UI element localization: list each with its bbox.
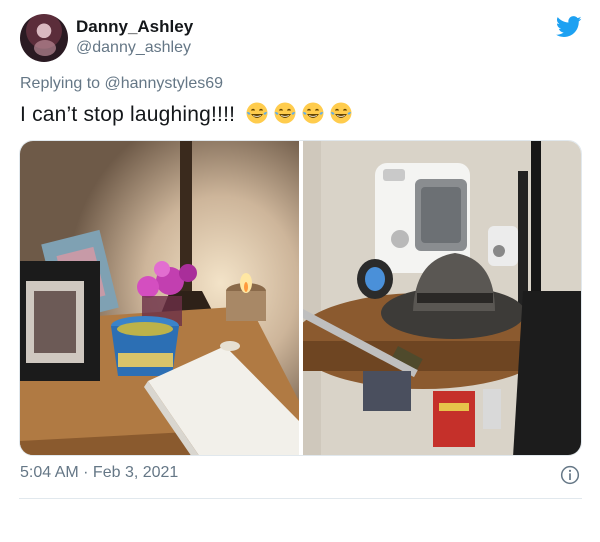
divider xyxy=(19,498,582,499)
tweet-body: I can’t stop laughing!!!! xyxy=(20,103,236,126)
face-with-tears-of-joy-icon xyxy=(330,102,352,124)
face-with-tears-of-joy-icon xyxy=(302,102,324,124)
tweet-card: Danny_Ashley @danny_ashley Replying to @… xyxy=(0,0,600,542)
reply-mention-link[interactable]: @hannystyles69 xyxy=(105,75,224,92)
avatar[interactable] xyxy=(20,14,68,62)
twitter-bird-icon[interactable] xyxy=(556,16,582,38)
replying-prefix: Replying to xyxy=(20,75,105,92)
media-grid xyxy=(19,140,582,456)
display-name[interactable]: Danny_Ashley xyxy=(76,17,193,37)
info-icon[interactable] xyxy=(560,465,580,485)
face-with-tears-of-joy-icon xyxy=(274,102,296,124)
tweet-text: I can’t stop laughing!!!! xyxy=(20,101,353,127)
photo-nightstand[interactable] xyxy=(20,141,299,455)
replying-to: Replying to @hannystyles69 xyxy=(20,75,223,93)
face-with-tears-of-joy-icon xyxy=(246,102,268,124)
emoji-row xyxy=(241,102,353,126)
tweet-timestamp[interactable]: 5:04 AM · Feb 3, 2021 xyxy=(20,464,178,482)
photo-corner-table[interactable] xyxy=(303,141,581,455)
user-handle[interactable]: @danny_ashley xyxy=(76,39,191,57)
